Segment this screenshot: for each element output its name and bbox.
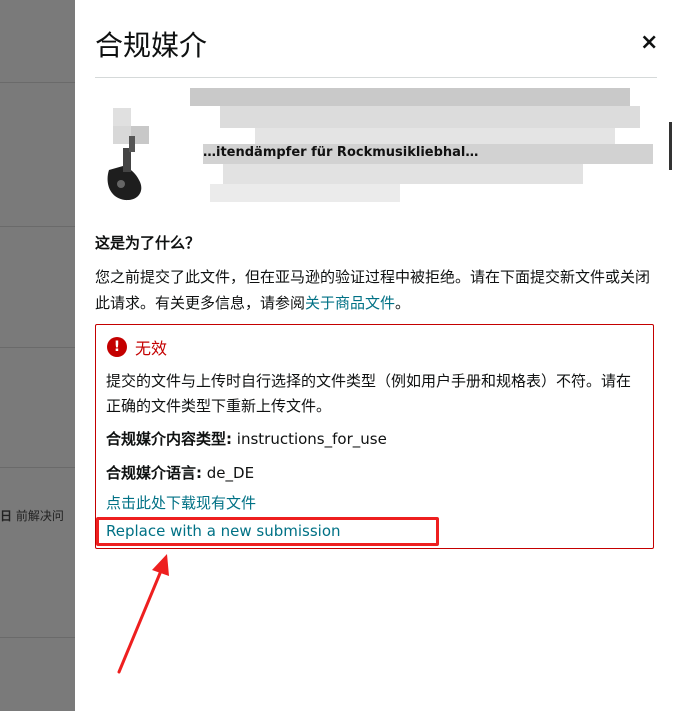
backdrop-divider: [0, 637, 75, 638]
compliance-media-panel: 合规媒介 × …itendämpfer für Rockmusikliebhal…: [75, 0, 675, 711]
backdrop-row-text: 日 前解决问: [0, 509, 64, 523]
backdrop-divider: [0, 467, 75, 468]
page-backdrop: 日 前解决问: [0, 0, 75, 711]
backdrop-divider: [0, 82, 75, 83]
annotation-arrow-icon: [117, 554, 169, 674]
backdrop-divider: [0, 226, 75, 227]
backdrop-divider: [0, 347, 75, 348]
